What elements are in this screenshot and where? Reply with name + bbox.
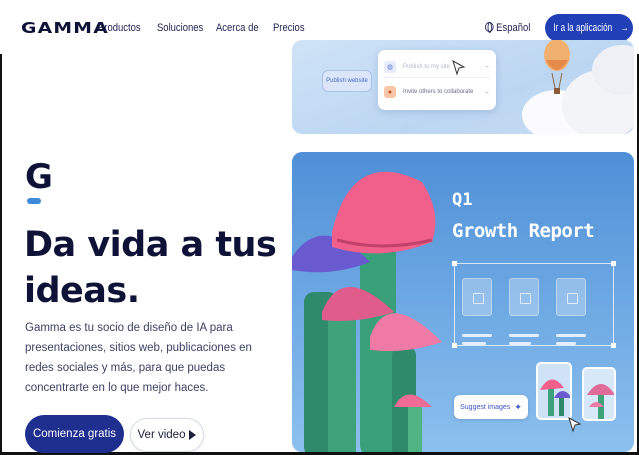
- nav-soluciones[interactable]: Soluciones: [157, 22, 203, 34]
- start-free-button[interactable]: Comienza gratis: [25, 415, 124, 453]
- image-placeholder: [556, 278, 586, 316]
- text-line: [509, 334, 539, 337]
- language-label: Español: [496, 22, 531, 34]
- resize-handle[interactable]: [452, 261, 457, 266]
- text-line: [509, 342, 531, 345]
- menu-item-invite[interactable]: ● Invite others to collaborate →: [384, 81, 490, 103]
- hero-headline: Da vida a tus ideas.: [24, 225, 277, 311]
- arrow-right-icon: →: [483, 88, 490, 96]
- menu-item-invite-label: Invite others to collaborate: [403, 89, 474, 95]
- report-illustration-card: Q1 Growth Report Suggest images ✦: [292, 152, 634, 452]
- text-line: [556, 334, 586, 337]
- arrow-right-icon: →: [620, 22, 629, 34]
- text-line: [556, 342, 576, 345]
- nav-acerca-de[interactable]: Acerca de: [216, 22, 259, 34]
- text-line: [462, 342, 486, 345]
- resize-handle[interactable]: [452, 343, 457, 348]
- menu-item-publish-label: Publish to my site: [403, 63, 451, 70]
- language-selector[interactable]: Español: [485, 22, 530, 34]
- text-line: [462, 334, 492, 337]
- arrow-right-icon: →: [483, 63, 490, 70]
- sparkle-icon: ✦: [514, 401, 522, 412]
- play-icon: [189, 430, 197, 440]
- publish-website-button[interactable]: Publish website: [322, 70, 372, 92]
- image-placeholder: [462, 278, 492, 316]
- accent-dot: [27, 198, 41, 204]
- nav-precios[interactable]: Precios: [273, 22, 305, 34]
- resize-handle[interactable]: [611, 343, 616, 348]
- globe-icon: [485, 22, 494, 33]
- image-placeholder: [509, 278, 539, 316]
- nav-productos[interactable]: Productos: [98, 22, 141, 34]
- publish-illustration-card: Publish website ◍ Publish to my site → ●…: [292, 40, 634, 134]
- gamma-logo[interactable]: GAMMA: [21, 19, 109, 37]
- publish-menu: ◍ Publish to my site → ● Invite others t…: [378, 50, 496, 110]
- menu-item-publish[interactable]: ◍ Publish to my site →: [384, 56, 490, 78]
- mushroom-thumbnail-image: [538, 364, 570, 418]
- mushroom-thumbnail-image: [584, 369, 614, 419]
- user-icon: ●: [384, 86, 396, 98]
- report-title-growth: Growth Report: [452, 220, 595, 242]
- image-thumbnail[interactable]: [582, 367, 616, 421]
- gamma-mark-logo: G: [25, 157, 53, 197]
- hero-subtitle: Gamma es tu socio de diseño de IA para p…: [25, 322, 252, 394]
- watch-video-button[interactable]: Ver video: [130, 418, 204, 452]
- image-thumbnail[interactable]: [536, 362, 572, 420]
- go-to-app-label: Ir a la aplicación: [553, 22, 613, 34]
- resize-handle[interactable]: [611, 261, 616, 266]
- hot-air-balloon-icon: [544, 40, 570, 94]
- go-to-app-button[interactable]: Ir a la aplicación →: [545, 14, 633, 42]
- globe-icon: ◍: [384, 60, 396, 73]
- suggest-images-label: Suggest images: [460, 403, 511, 411]
- watch-video-label: Ver video: [137, 429, 186, 441]
- cursor-icon: [452, 60, 466, 76]
- report-title-q1: Q1: [452, 190, 473, 210]
- cursor-icon: [568, 417, 582, 433]
- suggest-images-button[interactable]: Suggest images ✦: [454, 395, 528, 419]
